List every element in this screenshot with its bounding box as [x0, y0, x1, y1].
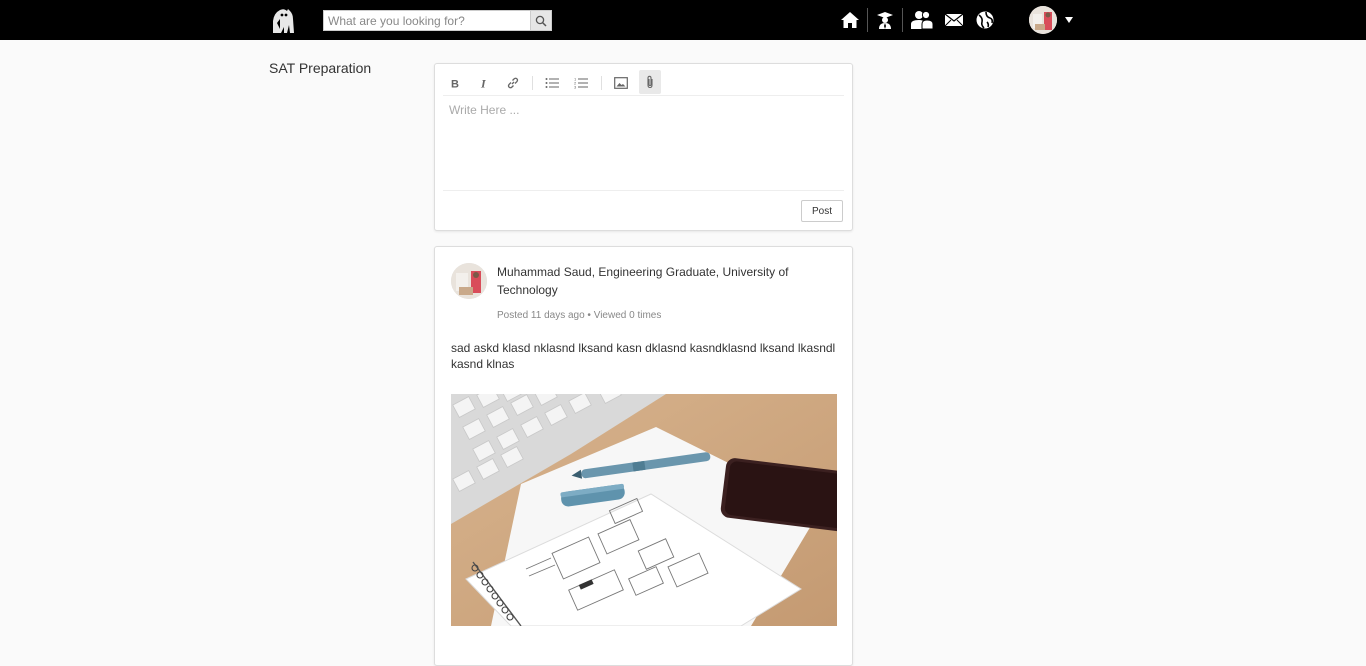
post-text: sad askd klasd nklasnd lksand kasn dklas…: [451, 341, 836, 371]
search-button[interactable]: [530, 11, 551, 30]
home-icon[interactable]: [838, 8, 862, 32]
mail-icon[interactable]: [942, 8, 966, 32]
nav-divider: [902, 8, 903, 32]
graduate-icon[interactable]: [873, 8, 897, 32]
user-avatar[interactable]: [1029, 6, 1057, 34]
search-box: [323, 10, 552, 31]
post-button[interactable]: Post: [801, 200, 843, 222]
page-title: SAT Preparation: [269, 60, 372, 76]
account-menu-chevron-down-icon[interactable]: [1065, 17, 1073, 23]
toolbar-divider: [532, 76, 533, 90]
top-navbar: [0, 0, 1366, 40]
numbered-list-icon[interactable]: 1 2 3: [570, 72, 592, 94]
italic-icon[interactable]: I: [473, 72, 495, 94]
svg-text:I: I: [480, 77, 487, 89]
author-avatar[interactable]: [451, 263, 487, 299]
globe-icon[interactable]: [973, 8, 997, 32]
attachment-icon[interactable]: [639, 70, 661, 94]
gorilla-logo-icon[interactable]: [268, 5, 298, 35]
bold-icon[interactable]: B: [444, 72, 466, 94]
bullet-list-icon[interactable]: [541, 72, 563, 94]
svg-text:B: B: [451, 79, 459, 90]
toolbar-divider: [601, 76, 602, 90]
search-input[interactable]: [324, 11, 530, 30]
editor-input[interactable]: Write Here ...: [449, 103, 519, 117]
image-icon[interactable]: [610, 72, 632, 94]
search-icon: [535, 15, 547, 27]
post-editor: B I 1 2 3 Write Here ... Post: [434, 63, 853, 231]
post-card: Muhammad Saud, Engineering Graduate, Uni…: [434, 246, 853, 666]
editor-divider: [443, 190, 844, 191]
people-icon[interactable]: [910, 8, 934, 32]
editor-toolbar: B I 1 2 3: [443, 68, 844, 96]
post-meta: Posted 11 days ago • Viewed 0 times: [497, 310, 662, 321]
link-icon[interactable]: [502, 72, 524, 94]
post-image[interactable]: [451, 394, 837, 626]
nav-divider: [867, 8, 868, 32]
author-name[interactable]: Muhammad Saud, Engineering Graduate, Uni…: [497, 263, 817, 299]
svg-text:3: 3: [574, 85, 577, 90]
